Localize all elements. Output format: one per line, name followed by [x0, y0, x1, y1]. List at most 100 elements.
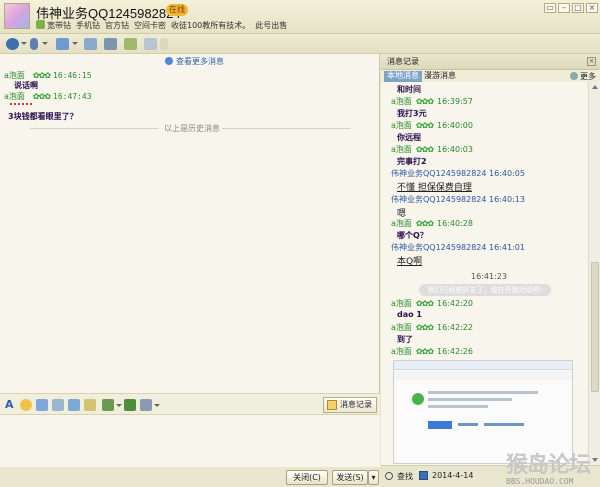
message-time: 16:40:03 [437, 145, 473, 154]
chevron-down-icon[interactable] [154, 404, 160, 407]
chevron-down-icon[interactable] [42, 42, 48, 45]
close-history-button[interactable]: × [587, 57, 596, 66]
tab-roaming-messages[interactable]: 漫游消息 [421, 71, 459, 82]
video-call-icon[interactable] [6, 38, 19, 50]
send-button[interactable]: 发送(S) [332, 470, 368, 485]
history-button-label: 消息记录 [340, 400, 372, 409]
font-icon[interactable]: A [5, 399, 17, 411]
voice-message-icon[interactable] [68, 399, 80, 411]
status-badge: 在线 [166, 4, 188, 16]
watermark-url: BBS.HOUDAO.COM [506, 477, 574, 486]
send-options-dropdown[interactable]: ▾ [368, 470, 379, 485]
remote-assist-icon[interactable] [84, 38, 97, 50]
search-label[interactable]: 查找 [397, 471, 413, 482]
sender-name[interactable]: a泡面 [391, 97, 412, 106]
view-more-messages-link[interactable]: 查看更多消息 [165, 56, 224, 67]
signature-item: 空间卡密 [134, 21, 166, 30]
level-icon: ✿✿✿ [415, 145, 434, 154]
skin-button[interactable]: ▭ [544, 3, 556, 13]
emoji-icon[interactable] [20, 399, 32, 411]
level-icon: ✿✿✿ [415, 121, 434, 130]
sender-name[interactable]: a泡面 [391, 347, 412, 356]
screenshot-text-line [428, 398, 512, 401]
group-icon[interactable] [124, 38, 137, 50]
contact-signature: 宽带钻 手机钻 官方钻 空间卡密 收徒100教所有技术。 此号出售 [36, 20, 292, 32]
signature-item: 宽带钻 [47, 21, 71, 30]
message-time: 16:40:05 [489, 169, 525, 178]
screenshot-tabs [394, 371, 572, 380]
screenshot-button [428, 421, 452, 429]
history-divider-line [222, 128, 350, 129]
minimize-button[interactable]: – [558, 3, 570, 13]
message-input[interactable] [0, 415, 380, 467]
message-time: 16:42:20 [437, 299, 473, 308]
message-time: 16:41:01 [489, 243, 525, 252]
chat-history-area: 查看更多消息 a泡面 ✿✿✿ 16:46:15 说话啊 a泡面 ✿✿✿ 16:47:43… [0, 54, 380, 393]
message-history-button[interactable]: 消息记录 [323, 397, 377, 413]
chevron-down-icon[interactable] [116, 404, 122, 407]
input-toolbar: A 消息记录 [0, 393, 380, 415]
screenshot-icon[interactable] [140, 399, 152, 411]
more-apps-icon[interactable] [160, 38, 168, 50]
scroll-thumb[interactable] [591, 262, 599, 392]
sender-name[interactable]: a泡面 [4, 92, 25, 101]
close-chat-button[interactable]: 关闭(C) [286, 470, 328, 485]
file-transfer-icon[interactable] [56, 38, 69, 50]
history-scrollbar[interactable] [588, 82, 600, 465]
tab-local-messages[interactable]: 本地消息 [384, 71, 422, 82]
speaker-icon [570, 72, 578, 80]
sender-name[interactable]: a泡面 [391, 323, 412, 332]
more-button[interactable]: 更多 [570, 71, 596, 82]
message-time: 16:40:13 [489, 195, 525, 204]
message-time: 16:42:22 [437, 323, 473, 332]
sender-name[interactable]: 伟神业务QQ1245982824 [391, 169, 487, 178]
close-window-button[interactable]: × [586, 3, 598, 13]
history-panel-title: 消息记录 [387, 57, 419, 66]
message-time: 16:46:15 [53, 71, 92, 80]
contact-avatar[interactable] [4, 3, 30, 29]
message-header: a泡面 ✿✿✿ 16:47:43 [4, 91, 92, 102]
chevron-down-icon[interactable] [72, 42, 78, 45]
search-icon[interactable] [385, 472, 393, 480]
history-divider-label: 以上是历史消息 [164, 124, 220, 133]
calendar-icon[interactable] [419, 471, 428, 480]
history-icon [327, 400, 337, 410]
history-header: 伟神业务QQ1245982824 16:40:13 [391, 194, 525, 205]
window-controls: ▭ – □ × [542, 2, 598, 13]
shake-icon[interactable] [52, 399, 64, 411]
sender-name[interactable]: a泡面 [391, 219, 412, 228]
scroll-up-icon[interactable] [592, 85, 598, 89]
screen-share-icon[interactable] [104, 38, 117, 50]
sender-name[interactable]: a泡面 [4, 71, 25, 80]
maximize-button[interactable]: □ [572, 3, 584, 13]
image-icon[interactable] [102, 399, 114, 411]
success-check-icon [412, 393, 424, 405]
sender-name[interactable]: a泡面 [391, 299, 412, 308]
magic-face-icon[interactable] [36, 399, 48, 411]
sender-name[interactable]: 伟神业务QQ1245982824 [391, 243, 487, 252]
app-icon[interactable] [144, 38, 157, 50]
screenshot-text-line [428, 391, 538, 394]
sender-name[interactable]: a泡面 [391, 121, 412, 130]
history-message: 哪个Q？ [397, 231, 428, 240]
message-time: 16:47:43 [53, 92, 92, 101]
signature-item: 此号出售 [255, 21, 288, 30]
sender-name[interactable]: a泡面 [391, 145, 412, 154]
level-icon: ✿✿✿ [32, 71, 51, 80]
music-icon[interactable] [124, 399, 136, 411]
history-tabs: 本地消息 漫游消息 更多 [381, 70, 600, 82]
doodle-icon[interactable] [84, 399, 96, 411]
history-message: 和时间 [397, 85, 421, 94]
message-history-panel: 消息记录 × 本地消息 漫游消息 更多 和时间 a泡面 ✿✿✿ 16:39:57 我… [381, 54, 600, 487]
date-selector[interactable]: 2014-4-14 [432, 471, 473, 480]
sender-name[interactable]: 伟神业务QQ1245982824 [391, 195, 487, 204]
history-header: a泡面 ✿✿✿ 16:40:28 [391, 218, 473, 229]
friend-added-notice: 我们已经是好友了，现在开始对话吧! [419, 284, 551, 296]
level-icon: ✿✿✿ [415, 323, 434, 332]
history-panel-title-bar: 消息记录 × [381, 54, 600, 70]
chevron-down-icon[interactable] [21, 42, 27, 45]
message-time: 16:40:00 [437, 121, 473, 130]
history-header: 伟神业务QQ1245982824 16:41:01 [391, 242, 525, 253]
voice-call-icon[interactable] [30, 38, 38, 50]
history-list: 和时间 a泡面 ✿✿✿ 16:39:57 我打3元 a泡面 ✿✿✿ 16:40:00 你… [381, 82, 588, 465]
